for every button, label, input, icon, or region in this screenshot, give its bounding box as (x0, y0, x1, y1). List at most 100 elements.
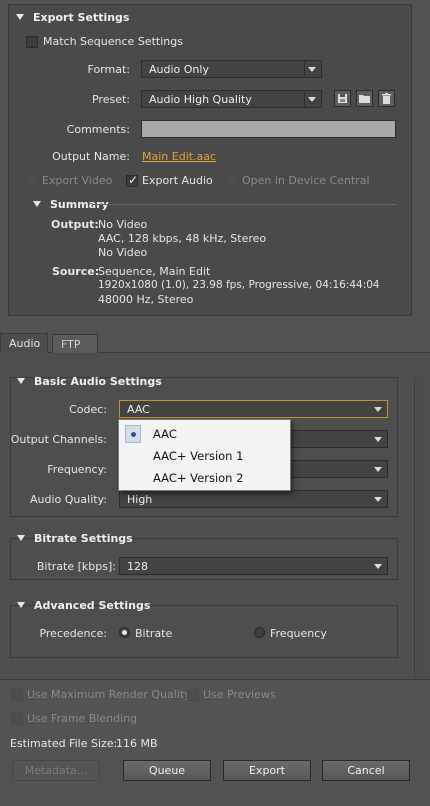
tab-ftp-label: FTP (61, 338, 81, 351)
output-name-label: Output Name: (52, 150, 130, 163)
bottom-divider (0, 679, 430, 680)
folder-icon (359, 95, 370, 103)
save-preset-button[interactable] (334, 90, 351, 107)
summary-output-line: No Video (98, 246, 148, 259)
summary-source-line: Sequence, Main Edit (98, 265, 211, 278)
format-select[interactable]: Audio Only (141, 60, 322, 78)
delete-preset-button[interactable] (378, 90, 395, 107)
audio-quality-select[interactable]: High (119, 490, 388, 508)
scrollbar[interactable] (414, 378, 428, 678)
chevron-down-icon (374, 564, 382, 569)
summary-output-line: AAC, 128 kbps, 48 kHz, Stereo (98, 232, 267, 245)
checkmark-icon: ✓ (128, 173, 139, 187)
preset-label: Preset: (91, 93, 130, 106)
file-size-value: 116 MB (116, 737, 158, 750)
audio-quality-value: High (127, 493, 153, 506)
codec-label: Codec: (69, 403, 107, 416)
frequency-label: Frequency: (47, 463, 107, 476)
max-render-quality-label: Use Maximum Render Quality (27, 688, 191, 701)
summary-source-line: 1920x1080 (1.0), 23.98 fps, Progressive,… (98, 279, 380, 291)
metadata-button[interactable]: Metadata... (12, 760, 100, 781)
codec-option-aac-plus-v1[interactable]: AAC+ Version 1 (119, 445, 290, 467)
comments-input[interactable] (141, 120, 396, 138)
advanced-title: Advanced Settings (34, 599, 151, 612)
tab-ftp[interactable]: FTP (52, 334, 98, 354)
codec-option-label: AAC+ Version 1 (153, 449, 244, 463)
export-settings-header[interactable]: Export Settings (16, 11, 129, 24)
precedence-frequency-radio[interactable] (254, 627, 265, 638)
summary-output-line: No Video (98, 218, 148, 231)
save-icon (338, 94, 347, 103)
selected-marker (125, 425, 141, 443)
select-separator (304, 92, 305, 106)
chevron-down-icon (374, 407, 382, 412)
chevron-down-icon (308, 67, 316, 72)
summary-divider (92, 204, 396, 205)
basic-audio-header[interactable]: Basic Audio Settings (17, 375, 162, 388)
codec-select[interactable]: AAC (119, 400, 388, 418)
precedence-label: Precedence: (39, 627, 107, 640)
preset-select[interactable]: Audio High Quality (141, 90, 322, 108)
collapse-triangle-icon (17, 378, 25, 384)
export-button[interactable]: Export (223, 760, 311, 781)
frame-blending-label: Use Frame Blending (27, 712, 138, 725)
export-video-label: Export Video (42, 174, 113, 187)
use-previews-label: Use Previews (203, 688, 276, 701)
use-previews-checkbox[interactable] (187, 689, 199, 701)
bitrate-header[interactable]: Bitrate Settings (17, 532, 133, 545)
export-audio-label: Export Audio (142, 174, 213, 187)
codec-option-label: AAC (153, 427, 177, 441)
summary-source-label: Source: (52, 265, 100, 278)
chevron-down-icon (374, 467, 382, 472)
codec-option-label: AAC+ Version 2 (153, 471, 244, 485)
chevron-down-icon (374, 437, 382, 442)
codec-value: AAC (127, 403, 150, 416)
match-sequence-checkbox[interactable] (26, 36, 38, 48)
frame-blending-checkbox[interactable] (11, 713, 23, 725)
format-value: Audio Only (149, 63, 209, 76)
chevron-down-icon (374, 497, 382, 502)
advanced-header[interactable]: Advanced Settings (17, 599, 150, 612)
export-audio-checkbox[interactable]: ✓ (126, 173, 139, 187)
bitrate-label: Bitrate [kbps]: (36, 560, 116, 573)
collapse-triangle-icon (17, 535, 25, 541)
precedence-bitrate-label: Bitrate (135, 627, 173, 640)
codec-option-aac[interactable]: AAC (119, 423, 290, 445)
chevron-down-icon (308, 97, 316, 102)
export-settings-title: Export Settings (33, 11, 130, 24)
import-preset-button[interactable] (356, 90, 373, 107)
bitrate-value: 128 (127, 560, 148, 573)
comments-label: Comments: (66, 123, 130, 136)
output-channels-label: Output Channels: (10, 433, 107, 446)
tab-audio-label: Audio (9, 337, 41, 350)
select-separator (304, 62, 305, 76)
codec-option-aac-plus-v2[interactable]: AAC+ Version 2 (119, 467, 290, 489)
preset-value: Audio High Quality (149, 93, 252, 106)
trash-icon (382, 93, 391, 104)
summary-output-label: Output: (51, 218, 99, 231)
collapse-triangle-icon (33, 201, 41, 207)
collapse-triangle-icon (16, 14, 24, 20)
collapse-triangle-icon (17, 602, 25, 608)
precedence-bitrate-radio[interactable] (119, 627, 130, 638)
format-label: Format: (87, 63, 130, 76)
output-name-link[interactable]: Main Edit.aac (142, 150, 216, 163)
tab-audio[interactable]: Audio (0, 333, 48, 353)
open-device-central-label: Open in Device Central (242, 174, 370, 187)
cancel-button[interactable]: Cancel (322, 760, 410, 781)
bullet-icon (131, 432, 136, 437)
file-size-label: Estimated File Size: (10, 737, 118, 750)
audio-quality-label: Audio Quality: (30, 493, 107, 506)
bitrate-select[interactable]: 128 (119, 557, 388, 575)
basic-audio-title: Basic Audio Settings (34, 375, 162, 388)
bitrate-title: Bitrate Settings (34, 532, 133, 545)
queue-button[interactable]: Queue (123, 760, 211, 781)
max-render-quality-checkbox[interactable] (11, 689, 23, 701)
codec-dropdown-menu: AAC AAC+ Version 1 AAC+ Version 2 (118, 419, 291, 491)
summary-source-line: 48000 Hz, Stereo (98, 293, 194, 306)
open-device-central-checkbox[interactable] (226, 175, 238, 187)
precedence-frequency-label: Frequency (270, 627, 327, 640)
match-sequence-label: Match Sequence Settings (43, 35, 183, 48)
radio-dot (122, 630, 127, 635)
export-video-checkbox[interactable] (26, 175, 38, 187)
